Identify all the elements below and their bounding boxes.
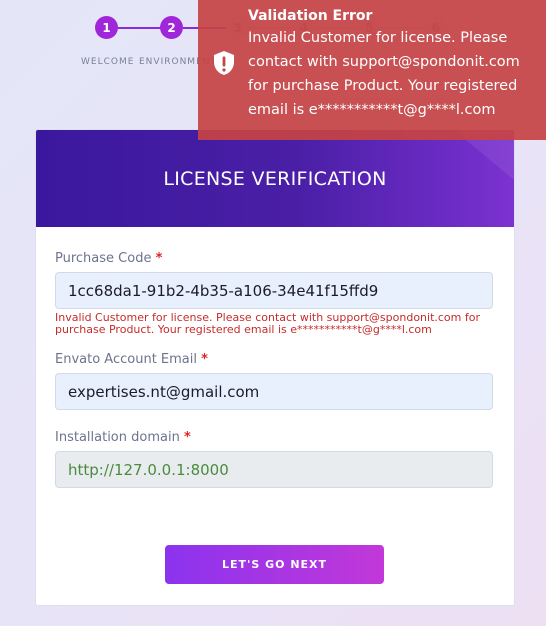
- required-marker: *: [201, 352, 208, 367]
- card-header: LICENSE VERIFICATION: [36, 130, 514, 227]
- purchase-code-group: Purchase Code * 1cc68da1-91b2-4b35-a106-…: [55, 251, 493, 336]
- purchase-code-error: Invalid Customer for license. Please con…: [55, 311, 480, 336]
- toast-title: Validation Error: [248, 8, 373, 24]
- purchase-code-label: Purchase Code *: [55, 251, 493, 266]
- toast-message: Invalid Customer for license. Please con…: [248, 30, 520, 118]
- installation-domain-label-text: Installation domain: [55, 430, 180, 445]
- installation-domain-label: Installation domain *: [55, 430, 493, 445]
- step-2[interactable]: 2: [160, 16, 183, 39]
- envato-email-group: Envato Account Email * expertises.nt@gma…: [55, 352, 493, 410]
- required-marker: *: [183, 430, 191, 445]
- envato-email-label-text: Envato Account Email: [55, 352, 197, 367]
- installation-domain-input: http://127.0.0.1:8000: [55, 451, 493, 488]
- shield-alert-icon: [214, 51, 234, 75]
- license-verification-card: LICENSE VERIFICATION Purchase Code * 1cc…: [35, 129, 515, 606]
- purchase-code-label-text: Purchase Code: [55, 251, 152, 266]
- required-marker: *: [155, 251, 163, 266]
- step-label-welcome: WELCOME: [81, 57, 135, 67]
- installation-domain-group: Installation domain * http://127.0.0.1:8…: [55, 430, 493, 488]
- purchase-code-input[interactable]: 1cc68da1-91b2-4b35-a106-34e41f15ffd9: [55, 272, 493, 309]
- validation-error-toast[interactable]: Validation Error Invalid Customer for li…: [198, 0, 546, 140]
- card-title: LICENSE VERIFICATION: [163, 167, 387, 190]
- lets-go-next-button[interactable]: LET'S GO NEXT: [165, 545, 384, 584]
- envato-email-label: Envato Account Email *: [55, 352, 493, 367]
- envato-email-input[interactable]: expertises.nt@gmail.com: [55, 373, 493, 410]
- step-1[interactable]: 1: [95, 16, 118, 39]
